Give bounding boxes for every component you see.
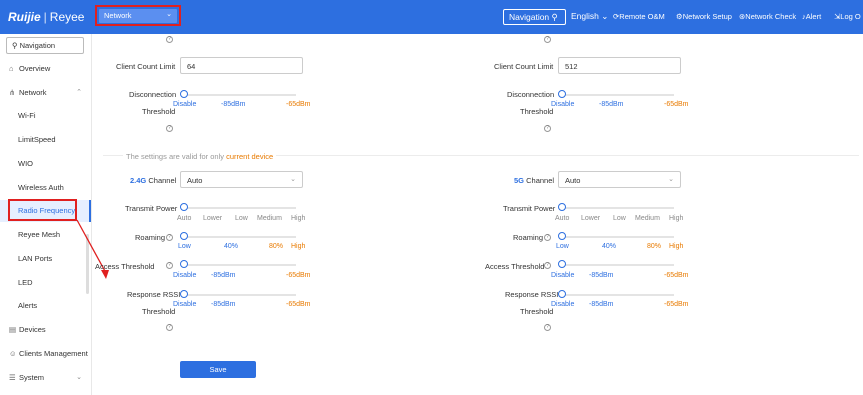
help-icon: ? (166, 324, 173, 331)
client-count-limit-input-2g[interactable]: 64 (180, 57, 303, 74)
channel-select-2g[interactable]: Auto ⌄ (180, 171, 303, 188)
disconnection-threshold-label: Threshold (142, 107, 176, 116)
slider-track (184, 294, 296, 296)
slider-track (562, 264, 674, 266)
roaming-label: Roaming (513, 233, 544, 242)
disconnection-threshold-slider-2g[interactable] (180, 90, 188, 98)
disconnection-label: Disconnection (507, 90, 555, 99)
help-icon: ? (544, 262, 551, 269)
scale-label: Disable (551, 301, 575, 308)
scale-label: 40% (602, 243, 617, 250)
client-count-limit-input-5g[interactable]: 512 (558, 57, 681, 74)
slider-track (184, 236, 296, 238)
scale-label: Disable (173, 272, 197, 279)
scale-label: Lower (203, 215, 223, 222)
scale-label: Disable (173, 301, 197, 308)
transmit-power-label: Transmit Power (125, 204, 178, 213)
transmit-power-slider-5g[interactable] (558, 203, 566, 211)
help-icon: ? (166, 262, 173, 269)
scale-label: 80% (647, 243, 662, 250)
scale-label: -65dBm (286, 301, 311, 308)
response-rssi-slider-2g[interactable] (180, 290, 188, 298)
slider-track (184, 264, 296, 266)
roaming-label: Roaming (135, 233, 166, 242)
radio-frequency-panel: ? Client Count Limit 64 Disconnection Th… (93, 34, 863, 395)
chevron-down-icon: ⌄ (290, 176, 296, 183)
scale-label: Medium (257, 215, 282, 222)
scale-label: High (669, 243, 684, 250)
scale-label: -85dBm (589, 301, 614, 308)
save-button[interactable]: Save (180, 361, 256, 378)
access-threshold-slider-5g[interactable] (558, 260, 566, 268)
scale-label: High (669, 215, 684, 222)
channel-label-5g: 5G Channel (514, 176, 555, 185)
scale-label: Low (556, 243, 569, 250)
scale-label: Auto (555, 215, 570, 222)
roaming-slider-2g[interactable] (180, 232, 188, 240)
scale-label: -65dBm (286, 272, 311, 279)
scale-label: 80% (269, 243, 284, 250)
slider-track (184, 94, 296, 96)
scale-label: High (291, 243, 306, 250)
scale-label: Low (235, 215, 248, 222)
access-threshold-label: Access Threshold (485, 262, 545, 271)
scale-label: -85dBm (211, 272, 236, 279)
slider-track (184, 207, 296, 209)
help-icon: ? (544, 36, 551, 43)
scale-label: Lower (581, 215, 601, 222)
scale-label: Auto (177, 215, 192, 222)
scale-label: Disable (173, 101, 197, 108)
access-threshold-slider-2g[interactable] (180, 260, 188, 268)
scale-label: -85dBm (221, 101, 246, 108)
scale-label: -85dBm (211, 301, 236, 308)
scale-label: -65dBm (664, 101, 689, 108)
help-icon: ? (166, 234, 173, 241)
slider-track (562, 236, 674, 238)
help-icon: ? (166, 125, 173, 132)
scale-label: -85dBm (589, 272, 614, 279)
scale-label: -65dBm (664, 272, 689, 279)
response-rssi-threshold-label: Threshold (520, 307, 554, 316)
scale-label: Low (178, 243, 191, 250)
chevron-down-icon: ⌄ (668, 176, 674, 183)
slider-track (562, 207, 674, 209)
response-rssi-label: Response RSSI (505, 290, 559, 299)
scale-label: Disable (551, 101, 575, 108)
scale-label: Disable (551, 272, 575, 279)
channel-label-2g: 2.4G Channel (130, 176, 177, 185)
scale-label: Medium (635, 215, 660, 222)
disconnection-threshold-label: Threshold (520, 107, 554, 116)
disconnection-label: Disconnection (129, 90, 177, 99)
client-count-limit-label: Client Count Limit (494, 62, 554, 71)
transmit-power-slider-2g[interactable] (180, 203, 188, 211)
client-count-limit-label: Client Count Limit (116, 62, 176, 71)
scale-label: 40% (224, 243, 239, 250)
scale-label: -65dBm (286, 101, 311, 108)
scale-label: High (291, 215, 306, 222)
slider-track (562, 94, 674, 96)
response-rssi-threshold-label: Threshold (142, 307, 176, 316)
roaming-slider-5g[interactable] (558, 232, 566, 240)
help-icon: ? (166, 36, 173, 43)
help-icon: ? (544, 125, 551, 132)
response-rssi-slider-5g[interactable] (558, 290, 566, 298)
disconnection-threshold-slider-5g[interactable] (558, 90, 566, 98)
scale-label: Low (613, 215, 626, 222)
access-threshold-label: Access Threshold (95, 262, 155, 271)
help-icon: ? (544, 324, 551, 331)
channel-select-5g[interactable]: Auto ⌄ (558, 171, 681, 188)
current-device-note: The settings are valid for only current … (123, 152, 277, 161)
help-icon: ? (544, 234, 551, 241)
slider-track (562, 294, 674, 296)
transmit-power-label: Transmit Power (503, 204, 556, 213)
response-rssi-label: Response RSSI (127, 290, 181, 299)
scale-label: -85dBm (599, 101, 624, 108)
scale-label: -65dBm (664, 301, 689, 308)
